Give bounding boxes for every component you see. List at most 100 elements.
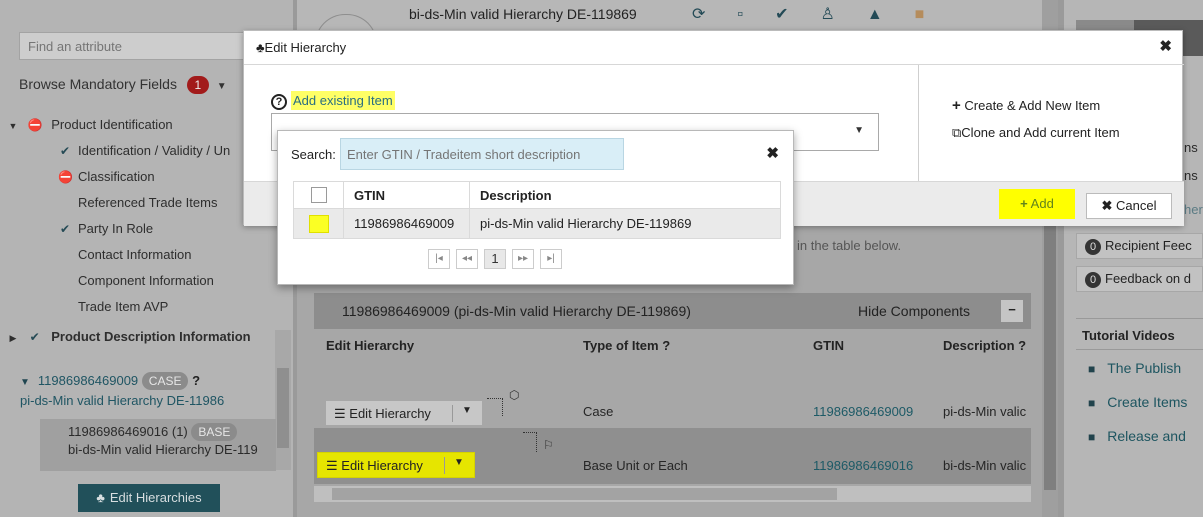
col-description: Description (469, 181, 781, 209)
edit-hierarchies-label: Edit Hierarchies (109, 490, 202, 505)
tree-item-identification[interactable]: ✔ Identification / Validity / Un (0, 138, 275, 164)
child-gtin: 11986986469016 (1) (68, 424, 188, 439)
first-page-button[interactable]: |◂ (428, 249, 450, 269)
tree-item-label: Identification / Validity / Un (78, 143, 231, 158)
cancel-button-label: Cancel (1116, 198, 1157, 213)
tree-item-label: Classification (78, 169, 155, 184)
check-circle-icon: ✔ (29, 330, 40, 344)
last-page-button[interactable]: ▸| (540, 249, 562, 269)
help-icon[interactable]: ? (192, 373, 200, 388)
video-label: Release and (1107, 428, 1186, 444)
save-icon[interactable]: ▫ (737, 6, 775, 23)
check-circle-icon: ✔ (59, 222, 71, 236)
hierarchy-child-node[interactable]: 11986986469016 (1) BASE bi-ds-Min valid … (40, 419, 276, 471)
cell-description: pi-ds-Min valic (943, 404, 1027, 419)
help-icon[interactable]: ? (1018, 338, 1026, 353)
cancel-button[interactable]: ✖ Cancel (1086, 193, 1172, 219)
plus-icon: + (1020, 196, 1028, 211)
tree-item-contact-information[interactable]: Contact Information (0, 242, 275, 268)
col-description: Description ? (943, 338, 1026, 353)
table-header-row: GTIN Description (293, 181, 781, 209)
hierarchy-root-node[interactable]: ▼ 11986986469009 CASE ? pi-ds-Min valid H… (20, 372, 276, 410)
tree-item-product-description[interactable]: ▶ ✔ Product Description Information (0, 324, 275, 350)
cell-gtin-link[interactable]: 11986986469016 (813, 458, 913, 473)
add-button[interactable]: + Add (999, 189, 1075, 219)
video-link-release[interactable]: ■ Release and (1088, 428, 1186, 444)
tree-item-party-in-role[interactable]: ✔ Party In Role (0, 216, 275, 242)
col-gtin: GTIN (813, 338, 845, 353)
select-all-checkbox[interactable] (310, 187, 327, 204)
caret-down-icon[interactable]: ▼ (20, 377, 30, 388)
hierarchy-connector (487, 398, 503, 416)
help-circle-icon[interactable]: ? (271, 94, 287, 110)
close-icon[interactable]: ✖ (766, 144, 779, 162)
modal-header: ♣Edit Hierarchy ✖ (244, 31, 1184, 65)
table-row[interactable]: 11986986469009 pi-ds-Min valid Hierarchy… (293, 208, 781, 239)
gtin-search-input[interactable] (340, 138, 624, 170)
cell-gtin-link[interactable]: 11986986469009 (813, 404, 913, 419)
caret-down-icon[interactable]: ▼ (462, 405, 472, 416)
thumbs-down-icon[interactable]: ■ (915, 6, 957, 23)
feedback-count-badge: 0 (1085, 239, 1101, 255)
cell-type: Case (583, 404, 614, 419)
edit-hierarchy-label: Edit Hierarchy (341, 458, 423, 473)
tree-item-label: Party In Role (78, 221, 154, 236)
user-plus-icon[interactable]: ♙ (820, 6, 866, 23)
collapse-caret-icon[interactable]: ▼ (8, 113, 18, 138)
feedback-on-item[interactable]: 0 Feedback on d (1076, 266, 1203, 292)
clone-add-current-item-link[interactable]: ⧉Clone and Add current Item (952, 125, 1120, 141)
expand-caret-icon[interactable]: ▶ (8, 325, 18, 350)
list-icon: ☰ (326, 458, 338, 473)
edit-hierarchy-dropdown-row1[interactable]: ☰ Edit Hierarchy ▼ (325, 400, 483, 426)
caret-down-icon[interactable]: ▼ (854, 125, 864, 136)
browse-mandatory-label: Browse Mandatory Fields (19, 76, 177, 92)
add-existing-label: Add existing Item (291, 91, 395, 110)
tree-item-trade-item-avp[interactable]: Trade Item AVP (0, 294, 275, 320)
modal-right-pane: + Create & Add New Item ⧉Clone and Add c… (919, 65, 1183, 181)
col-label: Type of Item (583, 338, 659, 353)
close-icon: ✖ (1101, 198, 1113, 213)
attribute-search-input[interactable] (19, 32, 281, 60)
hide-components-button[interactable]: − (1001, 300, 1023, 322)
row-checkbox[interactable] (308, 214, 329, 233)
edit-hierarchies-button[interactable]: ♣ Edit Hierarchies (78, 484, 220, 512)
panel-text-fragment: ns (1184, 140, 1198, 155)
recipient-feedback-item[interactable]: 0 Recipient Feec (1076, 233, 1203, 259)
close-icon[interactable]: ✖ (1159, 37, 1172, 55)
action-label: Create & Add New Item (964, 98, 1101, 113)
tree-item-product-identification[interactable]: ▼ ⛔ Product Identification (0, 112, 275, 138)
tree-item-referenced-trade-items[interactable]: Referenced Trade Items (0, 190, 275, 216)
tree-item-classification[interactable]: ⛔ Classification (0, 164, 275, 190)
table-horizontal-scrollbar[interactable] (314, 486, 1031, 502)
item-search-popup: Search: ✖ GTIN Description 1198698646900… (277, 130, 794, 285)
list-icon: ☰ (334, 406, 346, 421)
video-label: The Publish (1107, 360, 1182, 376)
check-icon[interactable]: ✔ (775, 6, 820, 23)
sidebar-scrollbar[interactable] (275, 330, 291, 470)
current-page-button[interactable]: 1 (484, 249, 506, 269)
attribute-tree: ▼ ⛔ Product Identification ✔ Identificati… (0, 112, 275, 350)
help-icon[interactable]: ? (662, 338, 670, 353)
tree-item-component-information[interactable]: Component Information (0, 268, 275, 294)
add-existing-item: ? Add existing Item (271, 91, 395, 110)
scrollbar-thumb[interactable] (277, 368, 289, 448)
child-description: bi-ds-Min valid Hierarchy DE-119 (68, 442, 258, 457)
video-link-create-items[interactable]: ■ Create Items (1088, 394, 1187, 410)
caret-down-icon: ▼ (216, 81, 227, 92)
video-link-publish[interactable]: ■ The Publish (1088, 360, 1181, 376)
caret-down-icon[interactable]: ▼ (454, 457, 464, 468)
mandatory-count-badge: 1 (186, 76, 209, 94)
select-all-cell (293, 181, 344, 209)
browse-mandatory-fields[interactable]: Browse Mandatory Fields 1 ▼ (19, 76, 227, 94)
pagination: |◂ ◂◂ 1 ▸▸ ▸| (428, 249, 568, 269)
refresh-icon[interactable]: ⟳ (692, 6, 737, 23)
components-title: 11986986469009 (pi-ds-Min valid Hierarch… (342, 303, 691, 319)
edit-hierarchy-dropdown-row2[interactable]: ☰ Edit Hierarchy ▼ (317, 452, 475, 478)
next-page-button[interactable]: ▸▸ (512, 249, 534, 269)
thumbs-up-icon[interactable]: ▲ (867, 6, 915, 23)
scrollbar-thumb[interactable] (332, 488, 837, 500)
video-camera-icon: ■ (1088, 396, 1096, 410)
feedback-count-badge: 0 (1085, 272, 1101, 288)
prev-page-button[interactable]: ◂◂ (456, 249, 478, 269)
create-add-new-item-link[interactable]: + Create & Add New Item (952, 97, 1100, 114)
